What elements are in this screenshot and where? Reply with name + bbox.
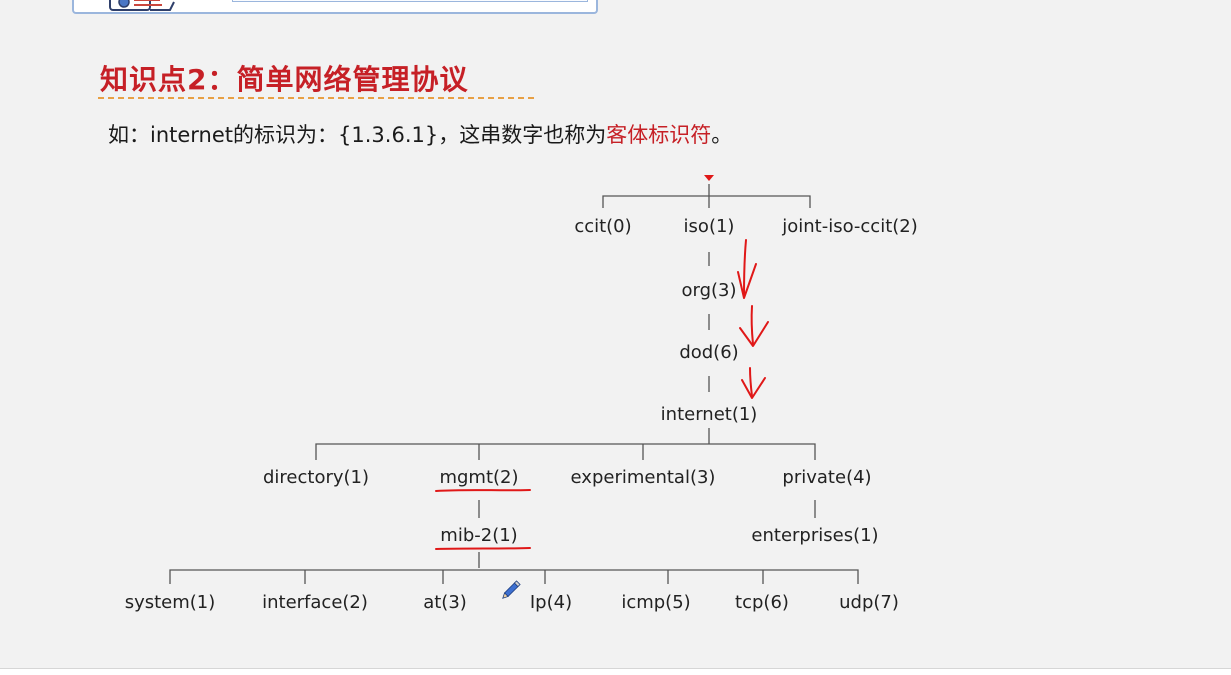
slide: 知识点2：简单网络管理协议 如：internet的标识为：{1.3.6.1}，这…	[0, 0, 1231, 668]
node-icmp: icmp(5)	[621, 592, 690, 613]
node-interface: interface(2)	[262, 592, 368, 613]
node-org: org(3)	[681, 280, 736, 301]
tree-edges	[169, 184, 859, 584]
node-system: system(1)	[125, 592, 216, 613]
node-iso: iso(1)	[684, 216, 735, 237]
oid-tree-diagram: ccit(0) iso(1) joint-iso-ccit(2) org(3) …	[125, 175, 918, 613]
node-ccit: ccit(0)	[574, 216, 631, 237]
node-enterprises: enterprises(1)	[751, 525, 878, 546]
node-at: at(3)	[423, 592, 467, 613]
node-directory: directory(1)	[263, 467, 369, 488]
node-private: private(4)	[782, 467, 871, 488]
node-udp: udp(7)	[839, 592, 899, 613]
pencil-cursor-icon	[502, 580, 521, 599]
node-tcp: tcp(6)	[735, 592, 789, 613]
node-experimental: experimental(3)	[571, 467, 716, 488]
node-internet: internet(1)	[661, 404, 758, 425]
node-mgmt: mgmt(2)	[439, 467, 518, 488]
node-ip: Ip(4)	[530, 592, 572, 613]
node-joint-iso-ccit: joint-iso-ccit(2)	[781, 216, 918, 237]
node-mib-2: mib-2(1)	[440, 525, 517, 546]
node-dod: dod(6)	[679, 342, 738, 363]
